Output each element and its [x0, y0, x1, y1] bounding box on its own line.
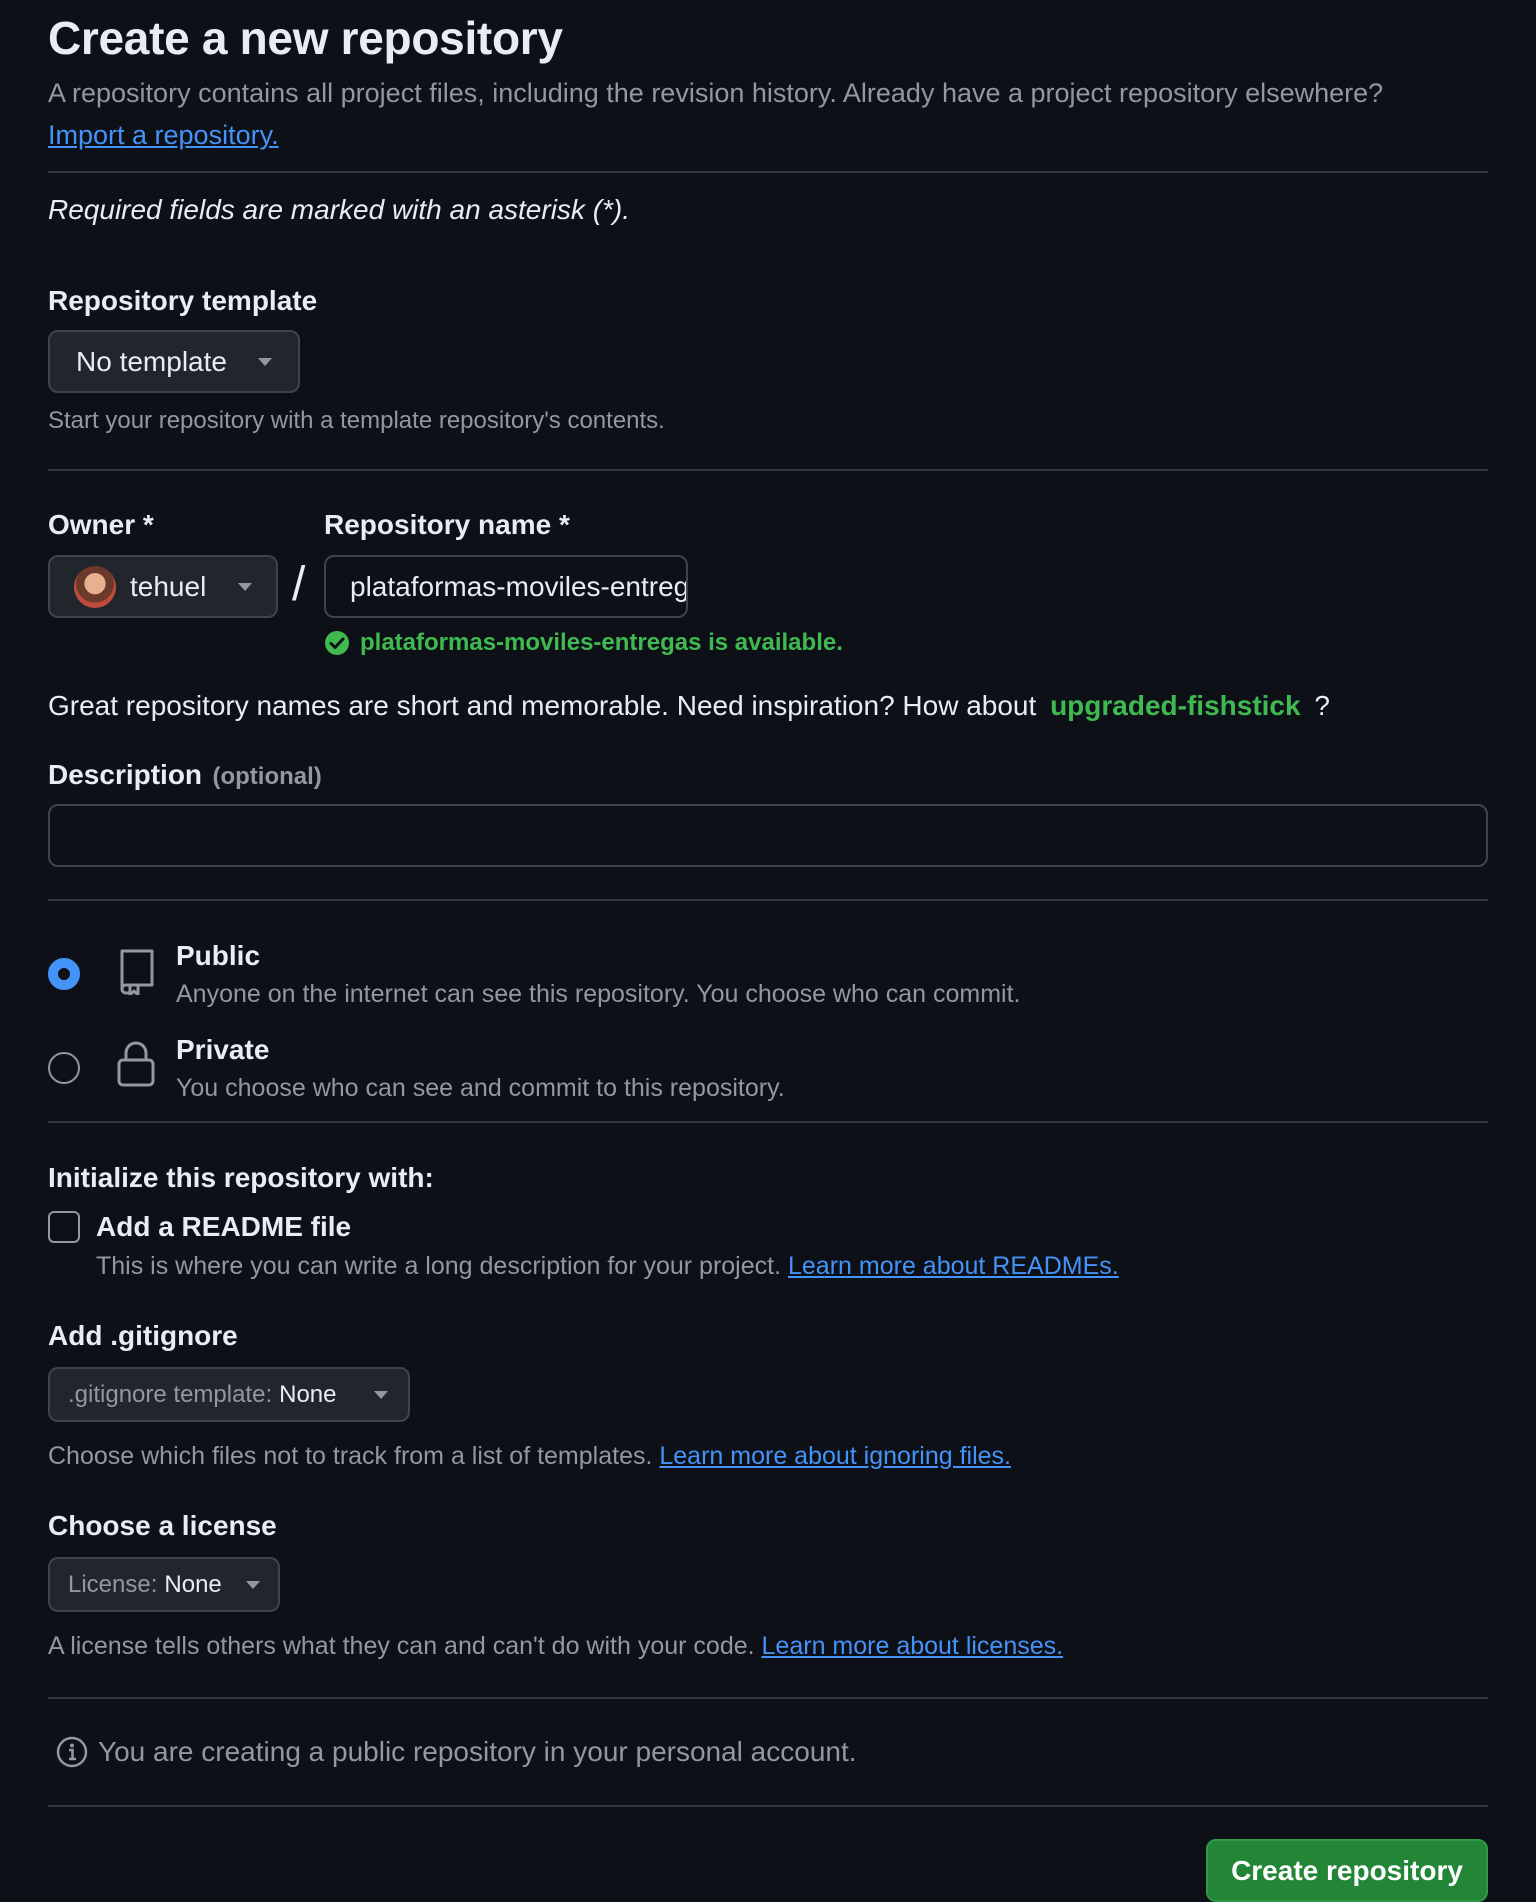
page-intro: A repository contains all project files,… — [48, 72, 1448, 156]
learn-readmes-link[interactable]: Learn more about READMEs. — [788, 1252, 1119, 1280]
description-label-row: Description (optional) — [48, 757, 322, 798]
license-help-text: A license tells others what they can and… — [48, 1632, 755, 1660]
public-title: Public — [176, 940, 261, 971]
chevron-down-icon — [258, 357, 272, 366]
readme-help: This is where you can write a long descr… — [96, 1250, 1119, 1282]
lock-icon — [117, 1041, 155, 1087]
gitignore-help-text: Choose which files not to track from a l… — [48, 1442, 653, 1470]
readme-label[interactable]: Add a README file — [96, 1209, 351, 1245]
create-repository-label: Create repository — [1231, 1854, 1463, 1886]
owner-select[interactable]: tehuel — [48, 555, 278, 618]
notice-text: You are creating a public repository in … — [98, 1736, 857, 1767]
public-desc: Anyone on the internet can see this repo… — [176, 980, 1021, 1008]
description-input[interactable] — [48, 804, 1488, 867]
license-select[interactable]: License: None — [48, 1557, 280, 1612]
intro-text: A repository contains all project files,… — [48, 78, 1384, 108]
public-radio[interactable] — [48, 958, 80, 990]
repo-name-label: Repository name * — [324, 509, 570, 540]
gitignore-select[interactable]: .gitignore template: None — [48, 1367, 410, 1422]
availability-message: plataformas-moviles-entregas is availabl… — [324, 627, 843, 659]
owner-label: Owner * — [48, 509, 154, 540]
license-prefix: License: — [68, 1570, 158, 1598]
license-label: Choose a license — [48, 1510, 277, 1541]
divider — [48, 1805, 1488, 1807]
template-select[interactable]: No template — [48, 330, 300, 393]
suggestion-suffix: ? — [1314, 690, 1330, 721]
required-fields-note: Required fields are marked with an aster… — [48, 194, 631, 225]
availability-text: plataformas-moviles-entregas is availabl… — [360, 629, 843, 656]
chevron-down-icon — [246, 1580, 260, 1589]
private-radio[interactable] — [48, 1052, 80, 1084]
repo-icon — [120, 949, 154, 995]
gitignore-help: Choose which files not to track from a l… — [48, 1440, 1011, 1472]
owner-selected-value: tehuel — [130, 570, 207, 602]
repo-name-input[interactable]: plataformas-moviles-entregas — [324, 555, 688, 618]
private-title: Private — [176, 1034, 270, 1065]
template-label: Repository template — [48, 285, 318, 316]
divider — [48, 1697, 1488, 1699]
gitignore-value: None — [279, 1380, 337, 1408]
import-repository-link[interactable]: Import a repository. — [48, 120, 279, 150]
optional-tag: (optional) — [212, 763, 322, 790]
readme-checkbox[interactable] — [48, 1211, 80, 1243]
repo-name-value: plataformas-moviles-entregas — [350, 570, 688, 602]
name-suggestion: Great repository names are short and mem… — [48, 688, 1330, 724]
license-help: A license tells others what they can and… — [48, 1630, 1063, 1662]
owner-repo-separator: / — [292, 558, 306, 611]
license-value: None — [164, 1570, 222, 1598]
readme-desc: This is where you can write a long descr… — [96, 1252, 782, 1280]
divider — [48, 469, 1488, 471]
divider — [48, 899, 1488, 901]
learn-licenses-link[interactable]: Learn more about licenses. — [762, 1632, 1064, 1660]
check-circle-icon — [325, 631, 349, 655]
divider — [48, 1121, 1488, 1123]
suggestion-text: Great repository names are short and mem… — [48, 690, 1037, 721]
new-repository-page: Create a new repository A repository con… — [0, 0, 1536, 1902]
template-help: Start your repository with a template re… — [48, 407, 665, 434]
visibility-notice: You are creating a public repository in … — [56, 1734, 857, 1770]
chevron-down-icon — [238, 582, 252, 591]
divider — [48, 171, 1488, 173]
initialize-heading: Initialize this repository with: — [48, 1162, 434, 1193]
info-icon — [56, 1736, 88, 1768]
template-selected-value: No template — [76, 345, 227, 377]
create-repository-button[interactable]: Create repository — [1206, 1839, 1488, 1902]
private-desc: You choose who can see and commit to thi… — [176, 1074, 785, 1102]
suggested-name-link[interactable]: upgraded-fishstick — [1050, 690, 1300, 721]
learn-ignoring-files-link[interactable]: Learn more about ignoring files. — [659, 1442, 1011, 1470]
gitignore-label: Add .gitignore — [48, 1320, 238, 1351]
gitignore-prefix: .gitignore template: — [68, 1380, 273, 1408]
description-label: Description — [48, 759, 203, 790]
chevron-down-icon — [374, 1390, 388, 1399]
page-title: Create a new repository — [48, 12, 563, 64]
avatar — [74, 565, 116, 608]
